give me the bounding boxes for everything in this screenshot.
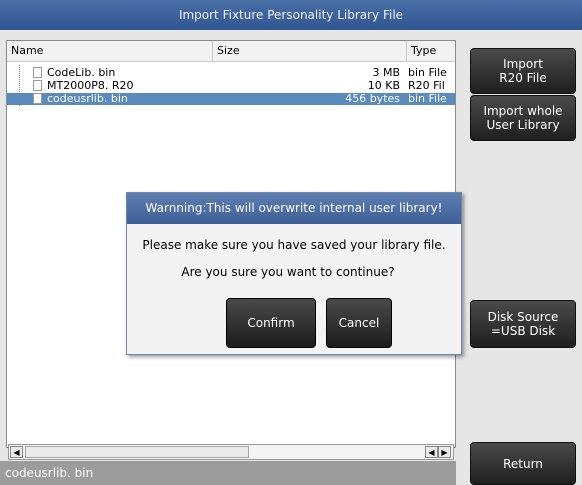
dialog-message-1: Please make sure you have saved your lib… xyxy=(142,238,446,252)
file-list-header: Name Size Type xyxy=(7,41,455,62)
scrollbar-thumb[interactable] xyxy=(25,446,249,458)
horizontal-scrollbar[interactable]: ◀ ◀ ▶ xyxy=(8,444,454,460)
window-title-bar: Import Fixture Personality Library File xyxy=(0,0,582,30)
file-type: R20 Fil xyxy=(408,79,445,92)
file-type: bin File xyxy=(408,66,447,79)
file-type: bin File xyxy=(408,92,447,105)
return-button[interactable]: Return xyxy=(470,442,576,485)
file-icon xyxy=(33,80,42,91)
window-title: Import Fixture Personality Library File xyxy=(178,8,404,22)
dialog-message-2: Are you sure you want to continue? xyxy=(181,265,395,279)
scroll-left-arrow-icon[interactable]: ◀ xyxy=(425,446,438,458)
file-icon xyxy=(33,67,42,78)
column-header-name[interactable]: Name xyxy=(7,41,213,61)
file-row-selected[interactable]: codeusrlib. bin 456 bytes bin File xyxy=(7,93,455,105)
file-size: 456 bytes xyxy=(345,92,400,105)
import-r20-file-button[interactable]: Import R20 File xyxy=(470,48,576,94)
dialog-title: Warnning:This will overwrite internal us… xyxy=(127,193,461,224)
scroll-right-arrow-icon[interactable]: ▶ xyxy=(438,446,451,458)
confirm-dialog: Warnning:This will overwrite internal us… xyxy=(126,192,462,355)
column-header-type[interactable]: Type xyxy=(407,41,455,61)
status-text: codeusrlib. bin xyxy=(5,466,94,480)
file-icon xyxy=(33,93,42,104)
file-size: 3 MB xyxy=(372,66,400,79)
file-size: 10 KB xyxy=(367,79,400,92)
disk-source-button[interactable]: Disk Source =USB Disk xyxy=(470,300,576,348)
file-name: MT2000P8. R20 xyxy=(47,79,134,92)
column-header-size[interactable]: Size xyxy=(213,41,407,61)
file-row[interactable]: CodeLib. bin 3 MB bin File xyxy=(7,67,455,79)
confirm-button[interactable]: Confirm xyxy=(226,298,316,348)
file-name: codeusrlib. bin xyxy=(47,92,128,105)
status-bar: codeusrlib. bin xyxy=(0,461,456,485)
cancel-button[interactable]: Cancel xyxy=(326,298,392,348)
scroll-left-arrow-icon[interactable]: ◀ xyxy=(10,446,23,458)
file-name: CodeLib. bin xyxy=(47,66,116,79)
import-whole-user-library-button[interactable]: Import whole User Library xyxy=(470,95,576,141)
file-row[interactable]: MT2000P8. R20 10 KB R20 Fil xyxy=(7,80,455,92)
